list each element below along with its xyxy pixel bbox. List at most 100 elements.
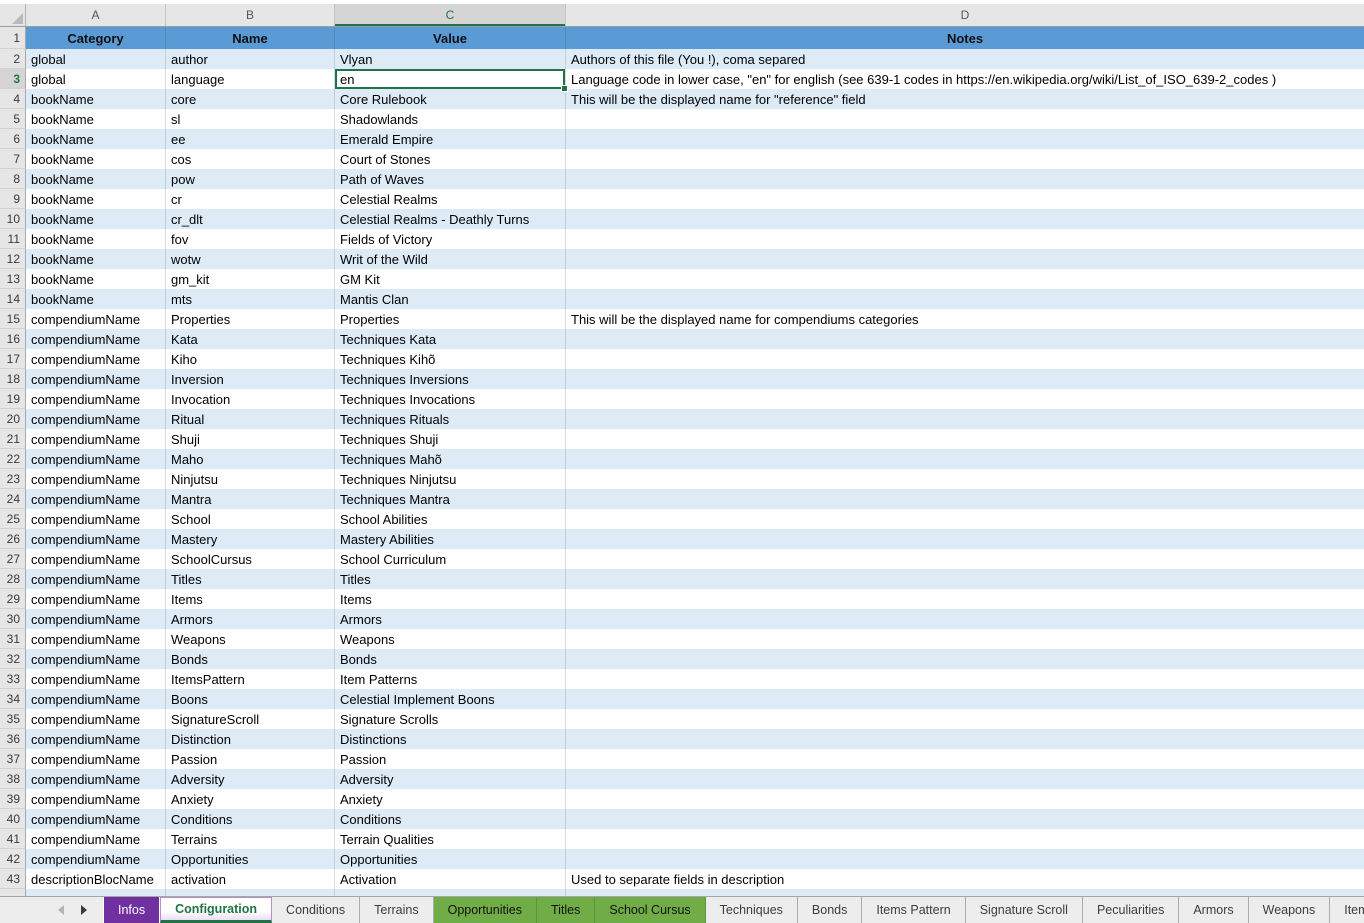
cell-b16[interactable]: Kata	[166, 329, 335, 349]
cell-b11[interactable]: fov	[166, 229, 335, 249]
cell-d42[interactable]	[566, 849, 1364, 869]
cell-d34[interactable]	[566, 689, 1364, 709]
cell-c20[interactable]: Techniques Rituals	[335, 409, 566, 429]
cell-b43[interactable]: activation	[166, 869, 335, 889]
cell-a31[interactable]: compendiumName	[26, 629, 166, 649]
cell-b15[interactable]: Properties	[166, 309, 335, 329]
cell-d41[interactable]	[566, 829, 1364, 849]
cell-c19[interactable]: Techniques Invocations	[335, 389, 566, 409]
cell-b14[interactable]: mts	[166, 289, 335, 309]
cell-d18[interactable]	[566, 369, 1364, 389]
cell-a16[interactable]: compendiumName	[26, 329, 166, 349]
row-number-4[interactable]: 4	[0, 89, 26, 109]
cell-b3[interactable]: language	[166, 69, 335, 89]
cell-b34[interactable]: Boons	[166, 689, 335, 709]
row-number-30[interactable]: 30	[0, 609, 26, 629]
sheet-tab-infos[interactable]: Infos	[103, 897, 160, 923]
sheet-tab-peculiarities[interactable]: Peculiarities	[1083, 897, 1179, 923]
row-number-36[interactable]: 36	[0, 729, 26, 749]
cell-d3[interactable]: Language code in lower case, "en" for en…	[566, 69, 1364, 89]
cell-b6[interactable]: ee	[166, 129, 335, 149]
cell-c6[interactable]: Emerald Empire	[335, 129, 566, 149]
cell-a34[interactable]: compendiumName	[26, 689, 166, 709]
table-header-value[interactable]: Value	[335, 27, 566, 49]
cell-c15[interactable]: Properties	[335, 309, 566, 329]
cell-b39[interactable]: Anxiety	[166, 789, 335, 809]
column-header-c[interactable]: C	[335, 4, 566, 26]
cell-c42[interactable]: Opportunities	[335, 849, 566, 869]
cell-d21[interactable]	[566, 429, 1364, 449]
cell-a39[interactable]: compendiumName	[26, 789, 166, 809]
sheet-tab-bonds[interactable]: Bonds	[798, 897, 862, 923]
column-header-d[interactable]: D	[566, 4, 1364, 26]
row-number-24[interactable]: 24	[0, 489, 26, 509]
row-number-29[interactable]: 29	[0, 589, 26, 609]
sheet-tab-conditions[interactable]: Conditions	[272, 897, 360, 923]
cell-b13[interactable]: gm_kit	[166, 269, 335, 289]
cell-d40[interactable]	[566, 809, 1364, 829]
cell-b8[interactable]: pow	[166, 169, 335, 189]
table-header-name[interactable]: Name	[166, 27, 335, 49]
row-number-43[interactable]: 43	[0, 869, 26, 889]
column-header-b[interactable]: B	[166, 4, 335, 26]
cell-a17[interactable]: compendiumName	[26, 349, 166, 369]
cell-a15[interactable]: compendiumName	[26, 309, 166, 329]
cell-b40[interactable]: Conditions	[166, 809, 335, 829]
cell-c29[interactable]: Items	[335, 589, 566, 609]
cell-d4[interactable]: This will be the displayed name for "ref…	[566, 89, 1364, 109]
cell-c3[interactable]: en	[335, 69, 566, 89]
cell-d12[interactable]	[566, 249, 1364, 269]
cell-b18[interactable]: Inversion	[166, 369, 335, 389]
sheet-tab-signature-scroll[interactable]: Signature Scroll	[966, 897, 1083, 923]
sheet-tab-school-cursus[interactable]: School Cursus	[595, 897, 705, 923]
cell-c37[interactable]: Passion	[335, 749, 566, 769]
cell-a12[interactable]: bookName	[26, 249, 166, 269]
cell-d15[interactable]: This will be the displayed name for comp…	[566, 309, 1364, 329]
row-number-23[interactable]: 23	[0, 469, 26, 489]
cell-b17[interactable]: Kiho	[166, 349, 335, 369]
cell-b2[interactable]: author	[166, 49, 335, 69]
cell-a41[interactable]: compendiumName	[26, 829, 166, 849]
cell-a14[interactable]: bookName	[26, 289, 166, 309]
cell-b33[interactable]: ItemsPattern	[166, 669, 335, 689]
cell-c12[interactable]: Writ of the Wild	[335, 249, 566, 269]
cell-b42[interactable]: Opportunities	[166, 849, 335, 869]
row-number-35[interactable]: 35	[0, 709, 26, 729]
row-number-8[interactable]: 8	[0, 169, 26, 189]
sheet-tab-armors[interactable]: Armors	[1179, 897, 1248, 923]
cell-c16[interactable]: Techniques Kata	[335, 329, 566, 349]
row-number-37[interactable]: 37	[0, 749, 26, 769]
cell-c40[interactable]: Conditions	[335, 809, 566, 829]
fill-handle[interactable]	[561, 85, 568, 92]
cell-d17[interactable]	[566, 349, 1364, 369]
cell-c17[interactable]: Techniques Kihõ	[335, 349, 566, 369]
row-44-partial[interactable]	[0, 889, 1364, 896]
cell-d37[interactable]	[566, 749, 1364, 769]
cell-c5[interactable]: Shadowlands	[335, 109, 566, 129]
cell-b19[interactable]: Invocation	[166, 389, 335, 409]
cell-b36[interactable]: Distinction	[166, 729, 335, 749]
cell-d16[interactable]	[566, 329, 1364, 349]
cell-b5[interactable]: sl	[166, 109, 335, 129]
cell-c32[interactable]: Bonds	[335, 649, 566, 669]
cell-b29[interactable]: Items	[166, 589, 335, 609]
cell-d43[interactable]: Used to separate fields in description	[566, 869, 1364, 889]
cell-b9[interactable]: cr	[166, 189, 335, 209]
cell-d31[interactable]	[566, 629, 1364, 649]
cell-d10[interactable]	[566, 209, 1364, 229]
row-number-1[interactable]: 1	[0, 27, 26, 49]
cell-a36[interactable]: compendiumName	[26, 729, 166, 749]
cell-c10[interactable]: Celestial Realms - Deathly Turns	[335, 209, 566, 229]
cell-b23[interactable]: Ninjutsu	[166, 469, 335, 489]
scroll-sheets-left-icon[interactable]	[58, 905, 64, 915]
cell-c22[interactable]: Techniques Mahõ	[335, 449, 566, 469]
cell-a37[interactable]: compendiumName	[26, 749, 166, 769]
row-number-16[interactable]: 16	[0, 329, 26, 349]
row-number-38[interactable]: 38	[0, 769, 26, 789]
sheet-tab-weapons[interactable]: Weapons	[1249, 897, 1331, 923]
cell-c24[interactable]: Techniques Mantra	[335, 489, 566, 509]
cell-d9[interactable]	[566, 189, 1364, 209]
row-number-20[interactable]: 20	[0, 409, 26, 429]
row-number-2[interactable]: 2	[0, 49, 26, 69]
cell-a13[interactable]: bookName	[26, 269, 166, 289]
